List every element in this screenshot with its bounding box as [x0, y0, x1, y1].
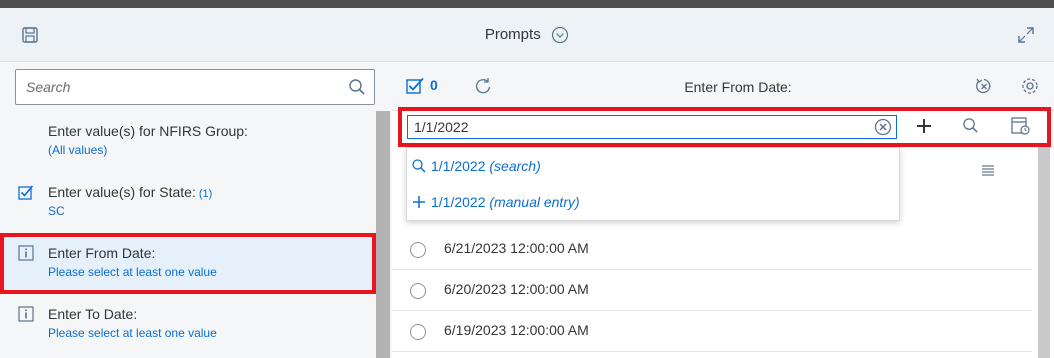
calendar-icon[interactable]	[1010, 115, 1030, 135]
clear-input-icon[interactable]	[874, 118, 892, 136]
prompt-item-to-date[interactable]: Enter To Date: Please select at least on…	[0, 294, 376, 355]
info-icon	[18, 245, 34, 261]
right-scrollbar[interactable]	[1038, 147, 1050, 358]
prompt-item-subtitle: Please select at least one value	[48, 326, 217, 340]
prompt-item-nfirs-group[interactable]: Enter value(s) for NFIRS Group: (All val…	[0, 111, 376, 172]
suggestion-search[interactable]: 1/1/2022 (search)	[407, 148, 899, 184]
list-item[interactable]: 6/20/2023 12:00:00 AM	[392, 270, 1032, 311]
list-item[interactable]: 6/21/2023 12:00:00 AM	[392, 229, 1032, 270]
suggestion-text: 1/1/2022	[431, 194, 486, 210]
suggestion-manual-entry[interactable]: 1/1/2022 (manual entry)	[407, 184, 899, 220]
prompt-item-title: Enter value(s) for State:	[48, 184, 196, 200]
prompt-item-title: Enter From Date:	[48, 245, 156, 261]
value-list: 6/21/2023 12:00:00 AM 6/20/2023 12:00:00…	[392, 229, 1032, 352]
plus-icon	[413, 196, 425, 208]
info-icon	[18, 306, 34, 322]
search-icon	[412, 159, 426, 173]
date-input[interactable]	[414, 118, 854, 136]
list-item[interactable]: 6/19/2023 12:00:00 AM	[392, 311, 1032, 352]
value-text: 6/20/2023 12:00:00 AM	[444, 281, 589, 297]
search-icon[interactable]	[962, 117, 979, 134]
prompt-item-subtitle: SC	[48, 204, 65, 218]
prompt-item-subtitle: Please select at least one value	[48, 265, 217, 279]
search-icon[interactable]	[348, 78, 366, 96]
window-top-bar	[0, 0, 1054, 8]
prompt-item-title: Enter To Date:	[48, 306, 138, 322]
value-selection-panel: 0 Enter From Date: 1/1/2022 6/21/2023 12…	[392, 63, 1054, 358]
expand-icon[interactable]	[1016, 25, 1036, 45]
suggestion-dropdown: 1/1/2022 (search) 1/1/2022 (manual entry…	[406, 147, 900, 221]
selection-count: (1)	[198, 188, 213, 200]
prompts-header: Prompts	[0, 8, 1054, 62]
prompt-list: Enter value(s) for NFIRS Group: (All val…	[0, 111, 376, 355]
prompt-list-panel: Enter value(s) for NFIRS Group: (All val…	[0, 63, 392, 358]
value-text: 6/19/2023 12:00:00 AM	[444, 322, 589, 338]
radio-button[interactable]	[410, 324, 426, 340]
gear-icon[interactable]	[1020, 76, 1040, 96]
panel-title: Enter From Date:	[684, 79, 792, 95]
suggestion-suffix: (search)	[489, 158, 541, 174]
radio-button[interactable]	[410, 283, 426, 299]
clear-selection-icon[interactable]	[975, 77, 993, 95]
prompt-item-title: Enter value(s) for NFIRS Group:	[48, 123, 248, 139]
add-value-icon[interactable]	[915, 117, 933, 135]
search-field[interactable]	[15, 69, 375, 105]
search-input[interactable]	[26, 76, 326, 98]
value-toolbar: 0 Enter From Date:	[392, 63, 1054, 111]
value-input-row	[398, 107, 1051, 147]
prompt-item-from-date[interactable]: Enter From Date: Please select at least …	[0, 233, 376, 294]
checkbox-icon	[18, 185, 34, 200]
value-text: 6/21/2023 12:00:00 AM	[444, 240, 589, 256]
prompt-item-subtitle: (All values)	[48, 143, 108, 157]
list-menu-icon[interactable]	[980, 163, 996, 179]
suggestion-suffix: (manual entry)	[489, 194, 580, 210]
radio-button[interactable]	[410, 242, 426, 258]
chevron-down-icon[interactable]	[551, 26, 569, 44]
prompt-item-state[interactable]: Enter value(s) for State: (1) SC	[0, 172, 376, 233]
page-title: Prompts	[484, 26, 541, 43]
suggestion-text: 1/1/2022	[431, 158, 486, 174]
left-scrollbar[interactable]	[376, 111, 390, 358]
date-input-field[interactable]	[407, 115, 897, 139]
header-title-wrap: Prompts	[0, 8, 1054, 62]
